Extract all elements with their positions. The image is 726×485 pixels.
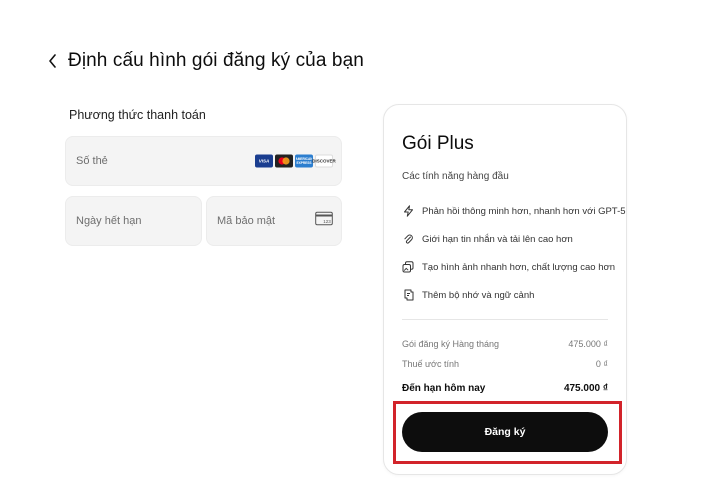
- feature-item: Thêm bộ nhớ và ngữ cảnh: [402, 281, 626, 309]
- cvc-icon-text: 123: [323, 219, 331, 224]
- total-row: Đến hạn hôm nay 475.000 ₫: [402, 383, 608, 394]
- card-brands: VISA AMERICAN EXPRESS DISCOVER: [255, 154, 336, 168]
- cvc-placeholder: Mã bảo mật: [217, 215, 276, 227]
- pricing-divider: [402, 319, 608, 320]
- total-value: 475.000 ₫: [563, 383, 608, 394]
- visa-icon: VISA: [255, 154, 273, 168]
- monthly-row: Gói đăng ký Hàng tháng 475.000 ₫: [402, 339, 608, 349]
- subscribe-button[interactable]: Đăng ký: [402, 412, 608, 452]
- expiry-placeholder: Ngày hết hạn: [76, 215, 142, 227]
- amex-text-line2: EXPRESS: [296, 161, 311, 165]
- feature-label: Giới hạn tin nhắn và tải lên cao hơn: [422, 233, 573, 245]
- cvc-field[interactable]: Mã bảo mật 123: [206, 196, 342, 246]
- feature-label: Thêm bộ nhớ và ngữ cảnh: [422, 289, 535, 301]
- feature-item: Phản hồi thông minh hơn, nhanh hơn với G…: [402, 197, 626, 225]
- payment-method-label: Phương thức thanh toán: [69, 108, 206, 122]
- tax-label: Thuế ước tính: [402, 359, 459, 369]
- monthly-label: Gói đăng ký Hàng tháng: [402, 339, 500, 349]
- card-cvc-icon: 123: [315, 211, 333, 231]
- paperclip-icon: [402, 233, 414, 245]
- page-title: Định cấu hình gói đăng ký của bạn: [68, 50, 364, 71]
- back-chevron-icon[interactable]: [44, 51, 60, 71]
- features-heading: Các tính năng hàng đầu: [402, 171, 509, 182]
- mastercard-icon: [275, 154, 293, 168]
- discover-icon: DISCOVER: [312, 154, 336, 168]
- tax-value: 0 ₫: [595, 359, 608, 369]
- total-label: Đến hạn hôm nay: [402, 383, 486, 394]
- card-number-placeholder: Số thẻ: [76, 155, 108, 167]
- plan-name: Gói Plus: [402, 133, 474, 154]
- lightning-icon: [402, 205, 414, 217]
- memory-icon: [402, 289, 414, 301]
- page-header: Định cấu hình gói đăng ký của bạn: [44, 50, 364, 72]
- amex-icon: AMERICAN EXPRESS: [295, 154, 313, 168]
- feature-item: Giới hạn tin nhắn và tải lên cao hơn: [402, 225, 626, 253]
- feature-label: Tạo hình ảnh nhanh hơn, chất lượng cao h…: [422, 261, 616, 273]
- feature-label: Phản hồi thông minh hơn, nhanh hơn với G…: [422, 205, 626, 217]
- monthly-value: 475.000 ₫: [568, 339, 608, 349]
- feature-item: Tạo hình ảnh nhanh hơn, chất lượng cao h…: [402, 253, 626, 281]
- tax-row: Thuế ước tính 0 ₫: [402, 359, 608, 369]
- card-number-field[interactable]: Số thẻ VISA AMERICAN EXPRESS DISCOVER: [65, 136, 342, 186]
- expiry-date-field[interactable]: Ngày hết hạn: [65, 196, 202, 246]
- features-list: Phản hồi thông minh hơn, nhanh hơn với G…: [402, 197, 626, 309]
- images-icon: [402, 261, 414, 273]
